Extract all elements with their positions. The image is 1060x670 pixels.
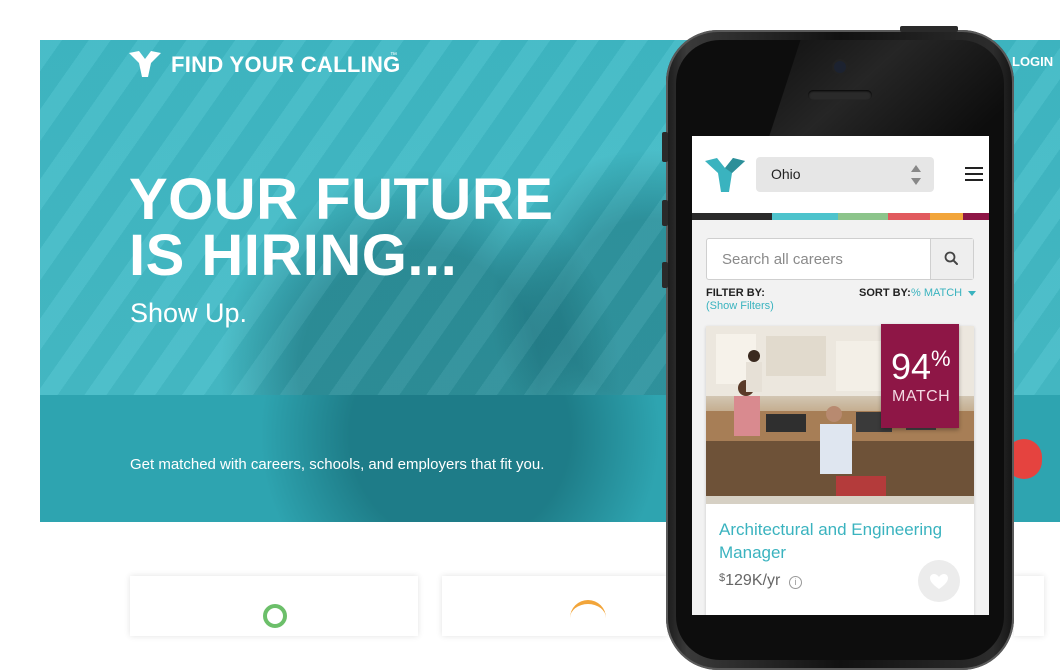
hero-tagline: Get matched with careers, schools, and e… [130, 456, 545, 473]
info-icon[interactable]: i [789, 576, 802, 589]
phone-screen: Ohio FILTER BY: (Show Filters) SORT BY: … [692, 136, 989, 615]
strip-segment [888, 213, 930, 220]
search-input[interactable] [707, 239, 946, 279]
select-arrows-icon [911, 165, 921, 185]
headline-line-1: YOUR FUTURE [129, 167, 554, 232]
feature-card[interactable] [442, 576, 667, 636]
favorite-button[interactable] [918, 560, 960, 602]
sort-caret-icon[interactable] [968, 291, 976, 296]
headline-line-2: IS HIRING... [129, 223, 458, 288]
strip-segment [772, 213, 838, 220]
salary-value: 129K/yr [725, 572, 781, 589]
career-title[interactable]: Architectural and Engineering Manager [719, 518, 969, 564]
show-filters-link[interactable]: (Show Filters) [706, 300, 774, 312]
sort-select[interactable]: % MATCH [911, 287, 962, 299]
feature-card[interactable] [1014, 576, 1044, 636]
phone-volume-down [662, 262, 668, 288]
trademark: ™ [390, 52, 397, 59]
state-select-value: Ohio [771, 166, 801, 182]
search-icon [944, 251, 958, 265]
brand-name[interactable]: FIND YOUR CALLING [171, 52, 401, 78]
phone-camera [834, 61, 846, 73]
strip-segment [838, 213, 888, 220]
filter-by-label: FILTER BY: [706, 287, 765, 299]
search-button[interactable] [930, 239, 973, 279]
phone-power-button [900, 26, 958, 32]
phone-volume-up [662, 200, 668, 226]
logo-mark-icon[interactable] [705, 158, 745, 192]
strip-segment [692, 213, 772, 220]
hero-subhead: Show Up. [130, 298, 248, 328]
strip-segment [963, 213, 989, 220]
match-label: MATCH [892, 388, 951, 405]
phone-mute-switch [662, 132, 668, 162]
logo-mark-icon [129, 51, 161, 77]
search-box [706, 238, 974, 280]
phone-speaker [808, 90, 872, 100]
login-link[interactable]: LOGIN [1012, 54, 1053, 69]
brand-color-strip [692, 213, 989, 220]
career-salary: $129K/yr [719, 572, 780, 590]
heart-icon [930, 574, 948, 589]
strip-segment [930, 213, 963, 220]
match-percent-sign: % [931, 346, 951, 371]
hero-headline: YOUR FUTURE IS HIRING... [129, 167, 649, 288]
sort-by-label: SORT BY: [859, 287, 911, 299]
match-value: 94 [891, 346, 932, 387]
feature-green-icon [263, 604, 287, 628]
menu-icon[interactable] [965, 167, 983, 181]
match-percent: 94% [891, 346, 961, 388]
